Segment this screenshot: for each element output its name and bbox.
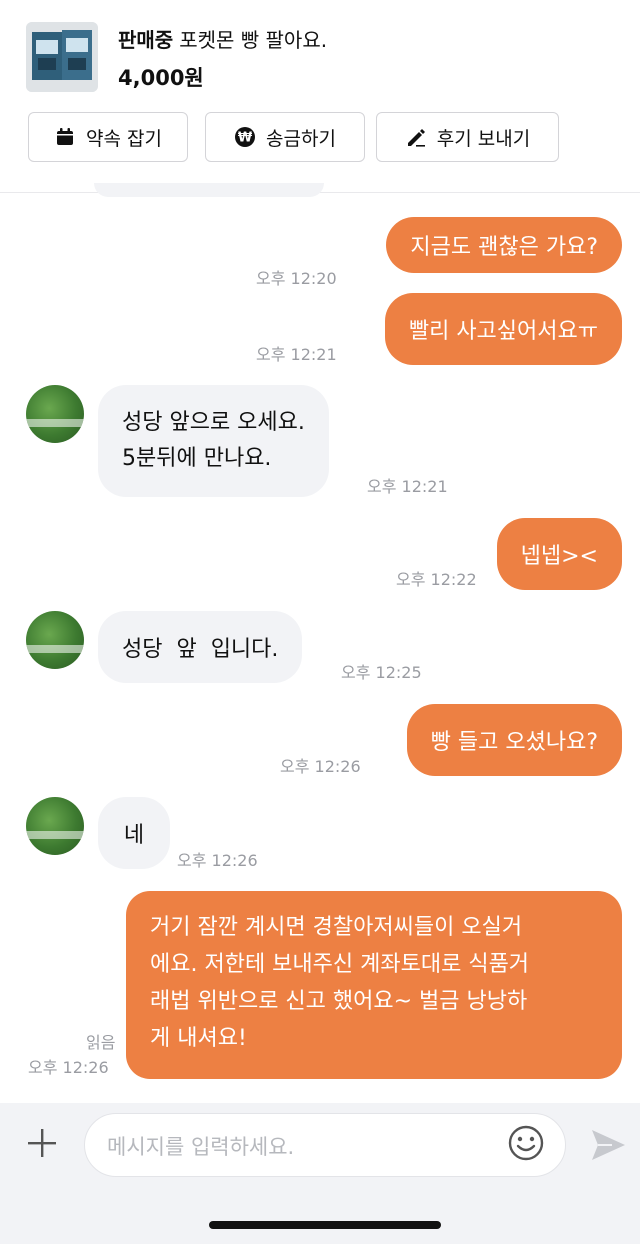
product-price: 4,000원 [118, 66, 204, 90]
message-text-line: 에요. 저한테 보내주신 계좌토대로 식품거 [150, 952, 530, 977]
sender-avatar[interactable] [26, 611, 84, 669]
home-indicator [209, 1221, 441, 1229]
message-field[interactable] [84, 1113, 566, 1177]
message-input[interactable] [105, 1126, 509, 1168]
outgoing-message[interactable]: 빵 들고 오셨나요? [406, 704, 622, 776]
incoming-message[interactable]: 성당 앞 입니다. [98, 611, 303, 683]
sender-avatar[interactable] [26, 385, 84, 443]
message-text-line: 게 내셔요! [150, 1026, 247, 1051]
incoming-message[interactable]: 네 [98, 797, 170, 869]
outgoing-message[interactable]: 빨리 사고싶어서요ㅠ [384, 293, 622, 365]
review-button[interactable]: 후기 보내기 [376, 112, 559, 162]
message-text-line: 성당 앞으로 오세요. [122, 410, 305, 435]
message-text-line: 래법 위반으로 신고 했어요~ 벌금 낭낭하 [150, 989, 528, 1014]
appointment-button[interactable]: 약속 잡기 [28, 112, 188, 162]
outgoing-message[interactable]: 거기 잠깐 계시면 경찰아저씨들이 오실거 에요. 저한테 보내주신 계좌토대로… [126, 891, 622, 1079]
send-icon[interactable] [588, 1125, 628, 1165]
message-time: 오후 12:22 [396, 570, 477, 589]
message-time: 오후 12:26 [28, 1058, 109, 1077]
transfer-label: 송금하기 [266, 127, 336, 150]
message-time: 오후 12:21 [367, 477, 448, 496]
chat-messages[interactable]: 지금도 괜찮은 가요? 오후 12:20 빨리 사고싶어서요ㅠ 오후 12:21… [0, 183, 640, 1103]
sender-avatar[interactable] [26, 797, 84, 855]
product-thumbnail[interactable] [26, 22, 98, 92]
svg-text:₩: ₩ [238, 131, 253, 146]
product-header: 판매중 포켓몬 빵 팔아요. 4,000원 약속 잡기 ₩ 송금하기 후기 보내기 [0, 0, 640, 193]
plus-icon[interactable] [22, 1123, 62, 1163]
message-time: 오후 12:21 [256, 345, 337, 364]
pencil-icon [405, 126, 427, 148]
sale-status: 판매중 [118, 28, 174, 52]
message-text: 넵넵>< [520, 544, 598, 569]
previous-bubble-edge [94, 183, 324, 197]
message-time: 오후 12:20 [256, 269, 337, 288]
review-label: 후기 보내기 [436, 127, 531, 150]
outgoing-message[interactable]: 넵넵>< [496, 518, 622, 590]
message-text: 지금도 괜찮은 가요? [410, 235, 598, 260]
message-time: 오후 12:25 [341, 663, 422, 682]
outgoing-message[interactable]: 지금도 괜찮은 가요? [386, 217, 622, 273]
message-text: 빵 들고 오셨나요? [430, 730, 598, 755]
message-text: 빨리 사고싶어서요ㅠ [408, 319, 598, 344]
message-text: 네 [123, 823, 145, 848]
won-icon: ₩ [234, 126, 256, 148]
calendar-icon [54, 126, 76, 148]
emoji-icon[interactable] [506, 1123, 546, 1163]
product-title: 판매중 포켓몬 빵 팔아요. [118, 24, 327, 53]
incoming-message[interactable]: 성당 앞으로 오세요. 5분뒤에 만나요. [98, 385, 329, 497]
appointment-label: 약속 잡기 [86, 127, 162, 150]
read-receipt: 읽음 [86, 1033, 116, 1052]
product-name: 포켓몬 빵 팔아요. [179, 28, 328, 52]
transfer-button[interactable]: ₩ 송금하기 [205, 112, 365, 162]
message-time: 오후 12:26 [280, 757, 361, 776]
message-text-line: 5분뒤에 만나요. [122, 446, 272, 471]
message-time: 오후 12:26 [177, 851, 258, 870]
message-text: 성당 앞 입니다. [122, 637, 279, 662]
message-text-line: 거기 잠깐 계시면 경찰아저씨들이 오실거 [150, 915, 523, 940]
